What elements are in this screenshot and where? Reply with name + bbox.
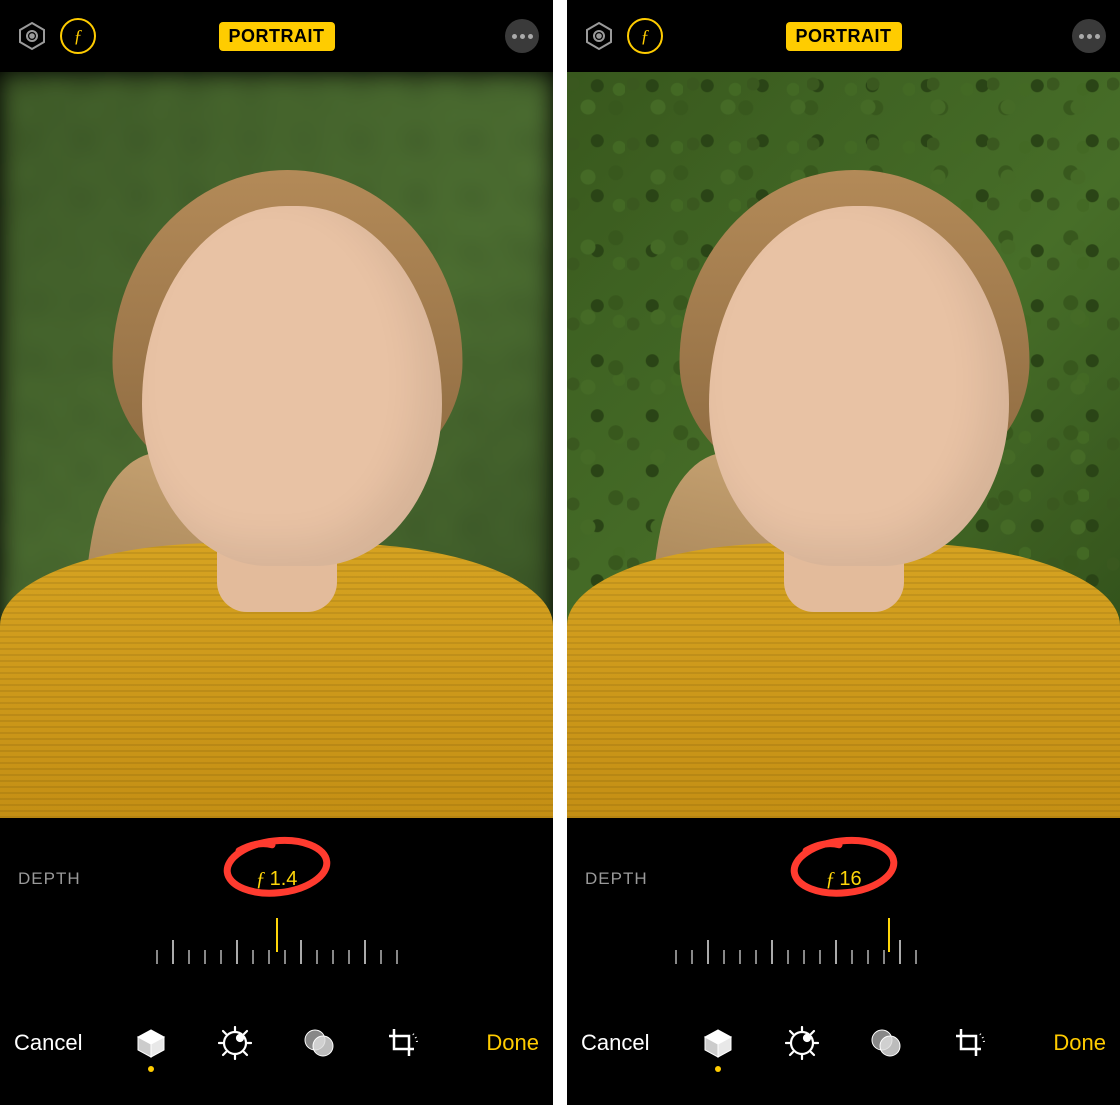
top-bar: ƒ PORTRAIT bbox=[0, 0, 553, 72]
aperture-value: ƒ16 bbox=[825, 868, 861, 891]
done-button[interactable]: Done bbox=[486, 1030, 539, 1056]
filters-tool-icon[interactable] bbox=[298, 1026, 340, 1060]
selected-dot-icon bbox=[715, 1066, 721, 1072]
adjust-dial-tool-icon[interactable] bbox=[781, 1026, 823, 1060]
adjust-dial-tool-icon[interactable] bbox=[214, 1026, 256, 1060]
portrait-subject bbox=[567, 206, 1120, 818]
bottom-toolbar: Cancel Done bbox=[567, 988, 1120, 1098]
bottom-toolbar: Cancel Done bbox=[0, 988, 553, 1098]
depth-label: DEPTH bbox=[585, 869, 648, 889]
lighting-hex-icon[interactable] bbox=[14, 18, 50, 54]
crop-tool-icon[interactable] bbox=[382, 1026, 424, 1060]
depth-label: DEPTH bbox=[18, 869, 81, 889]
portrait-subject bbox=[0, 206, 553, 818]
side-by-side-container: ƒ PORTRAIT DEPTH ƒ1.4 bbox=[0, 0, 1120, 1105]
depth-value-row: DEPTH ƒ16 bbox=[567, 818, 1120, 918]
editor-pane-right: ƒ PORTRAIT DEPTH ƒ16 bbox=[567, 0, 1120, 1105]
depth-value-row: DEPTH ƒ1.4 bbox=[0, 818, 553, 918]
photo-preview[interactable] bbox=[567, 72, 1120, 818]
f-glyph: ƒ bbox=[256, 868, 266, 890]
cancel-button[interactable]: Cancel bbox=[14, 1030, 82, 1056]
f-number: 16 bbox=[839, 868, 861, 890]
portrait-mode-badge[interactable]: PORTRAIT bbox=[219, 22, 335, 51]
f-number: 1.4 bbox=[270, 868, 298, 890]
f-glyph: ƒ bbox=[825, 868, 835, 890]
portrait-mode-badge[interactable]: PORTRAIT bbox=[786, 22, 902, 51]
lighting-cube-tool-icon[interactable] bbox=[130, 1026, 172, 1060]
more-options-icon[interactable] bbox=[505, 19, 539, 53]
top-bar: ƒ PORTRAIT bbox=[567, 0, 1120, 72]
aperture-value: ƒ1.4 bbox=[256, 868, 298, 891]
aperture-f-icon[interactable]: ƒ bbox=[60, 18, 96, 54]
done-button[interactable]: Done bbox=[1053, 1030, 1106, 1056]
lighting-hex-icon[interactable] bbox=[581, 18, 617, 54]
photo-preview[interactable] bbox=[0, 72, 553, 818]
depth-slider[interactable] bbox=[567, 918, 1120, 988]
depth-slider[interactable] bbox=[0, 918, 553, 988]
cancel-button[interactable]: Cancel bbox=[581, 1030, 649, 1056]
aperture-f-icon[interactable]: ƒ bbox=[627, 18, 663, 54]
slider-indicator bbox=[276, 918, 278, 952]
crop-tool-icon[interactable] bbox=[949, 1026, 991, 1060]
more-options-icon[interactable] bbox=[1072, 19, 1106, 53]
filters-tool-icon[interactable] bbox=[865, 1026, 907, 1060]
lighting-cube-tool-icon[interactable] bbox=[697, 1026, 739, 1060]
selected-dot-icon bbox=[148, 1066, 154, 1072]
slider-ticks bbox=[675, 918, 917, 964]
editor-pane-left: ƒ PORTRAIT DEPTH ƒ1.4 bbox=[0, 0, 553, 1105]
